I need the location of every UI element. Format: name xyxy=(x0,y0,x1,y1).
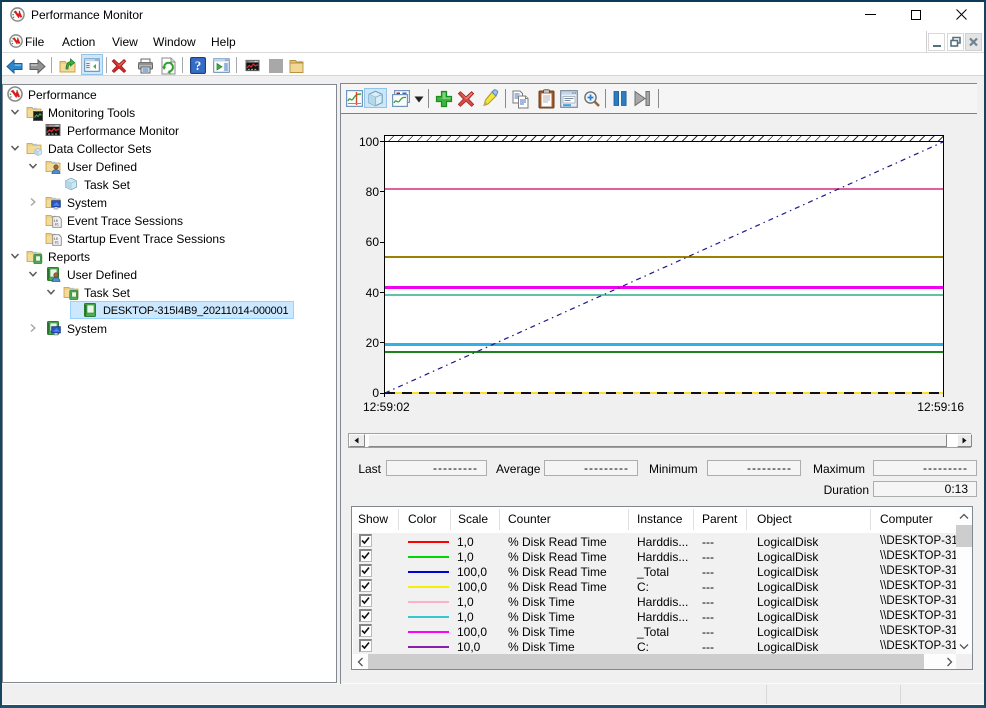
svg-text:?: ? xyxy=(195,58,202,73)
